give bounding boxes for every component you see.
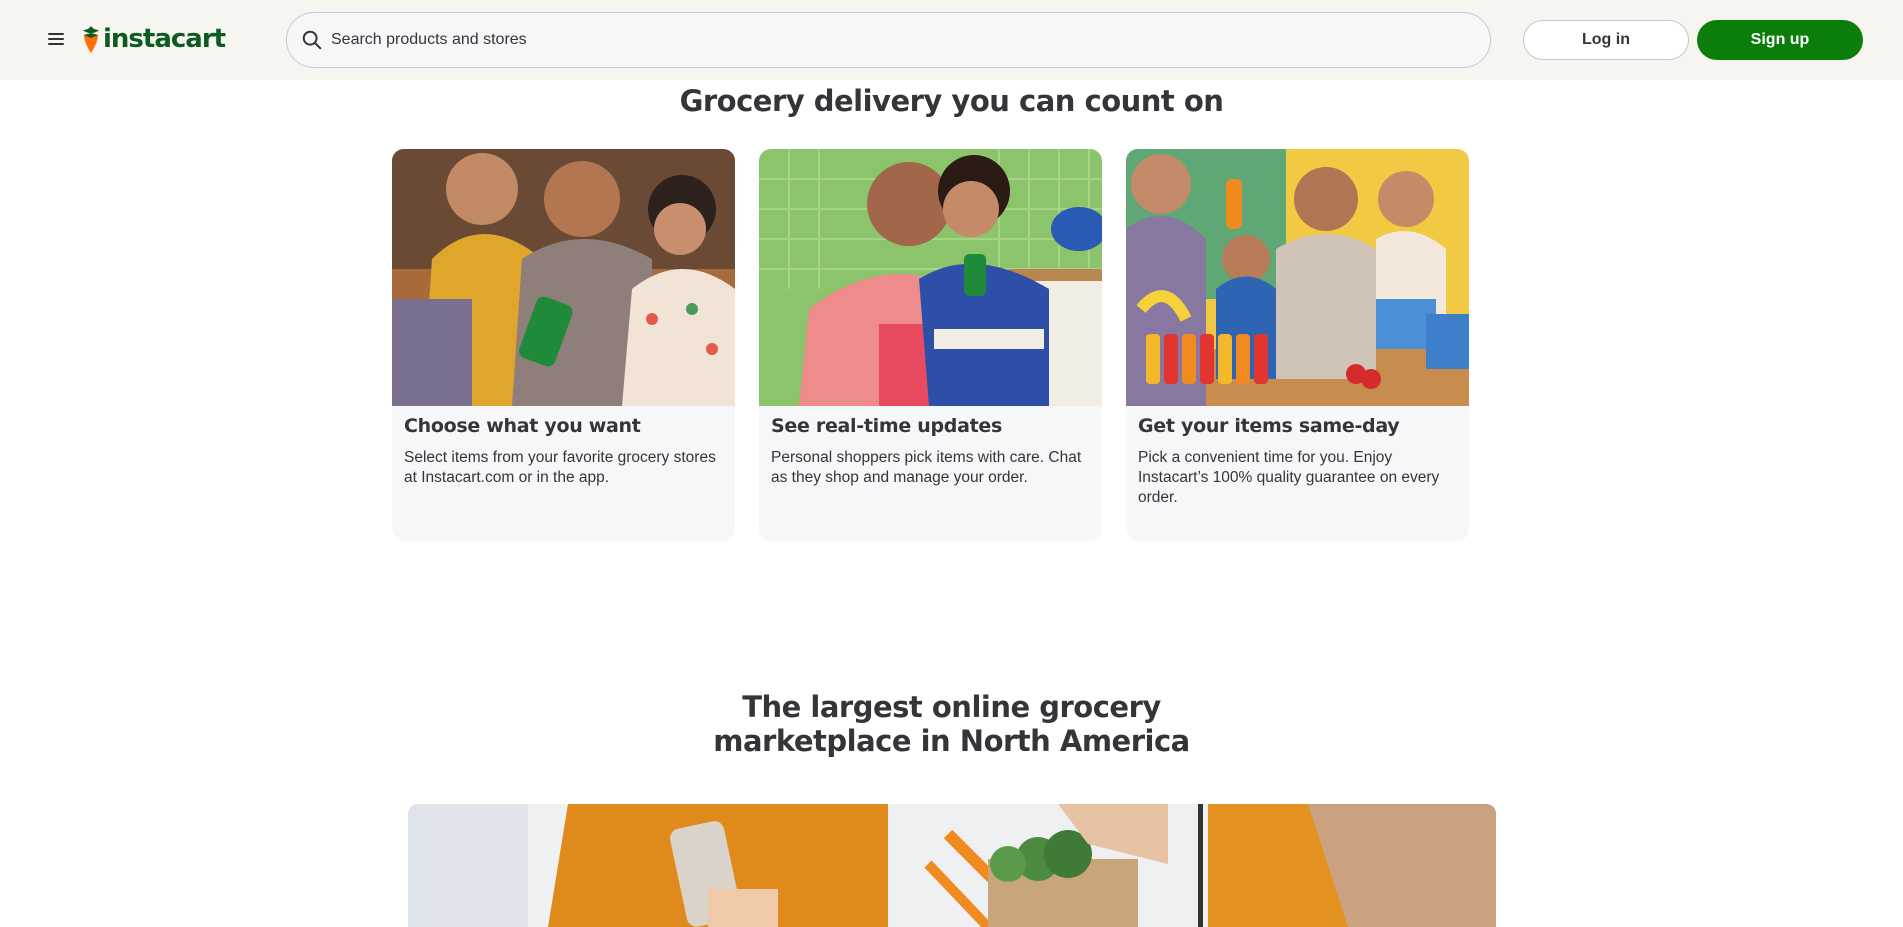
search-icon (302, 30, 322, 50)
feature-card-same-day: Get your items same-day Pick a convenien… (1126, 149, 1469, 541)
card-description: Personal shoppers pick items with care. … (771, 449, 1082, 486)
logo-text: instacart (103, 24, 226, 54)
section-title-delivery: Grocery delivery you can count on (679, 84, 1224, 118)
card-title: Get your items same-day (1138, 415, 1400, 437)
feature-card-choose: Choose what you want Select items from y… (392, 149, 735, 541)
signup-button[interactable]: Sign up (1697, 20, 1863, 60)
carrot-logo-icon (83, 26, 99, 53)
family-celebrating-groceries-photo (1126, 149, 1469, 406)
card-title: Choose what you want (404, 415, 641, 437)
card-title: See real-time updates (771, 415, 1002, 437)
family-using-phone-photo (392, 149, 735, 406)
marketplace-banner-photo (408, 804, 1496, 927)
hamburger-menu-icon[interactable] (44, 28, 68, 52)
card-description: Select items from your favorite grocery … (404, 449, 716, 486)
login-button[interactable]: Log in (1523, 20, 1689, 60)
search-input[interactable] (331, 13, 1490, 67)
section-title-marketplace: The largest online grocery marketplace i… (0, 690, 1903, 758)
card-description: Pick a convenient time for you. Enjoy In… (1138, 449, 1440, 506)
instacart-logo[interactable]: instacart (80, 22, 226, 56)
top-header: instacart Log in Sign up (0, 0, 1903, 80)
search-bar[interactable] (286, 12, 1491, 68)
feature-card-updates: See real-time updates Personal shoppers … (759, 149, 1102, 541)
couple-with-phone-photo (759, 149, 1102, 406)
title-line-1: The largest online grocery (742, 690, 1161, 724)
title-line-2: marketplace in North America (713, 724, 1190, 758)
